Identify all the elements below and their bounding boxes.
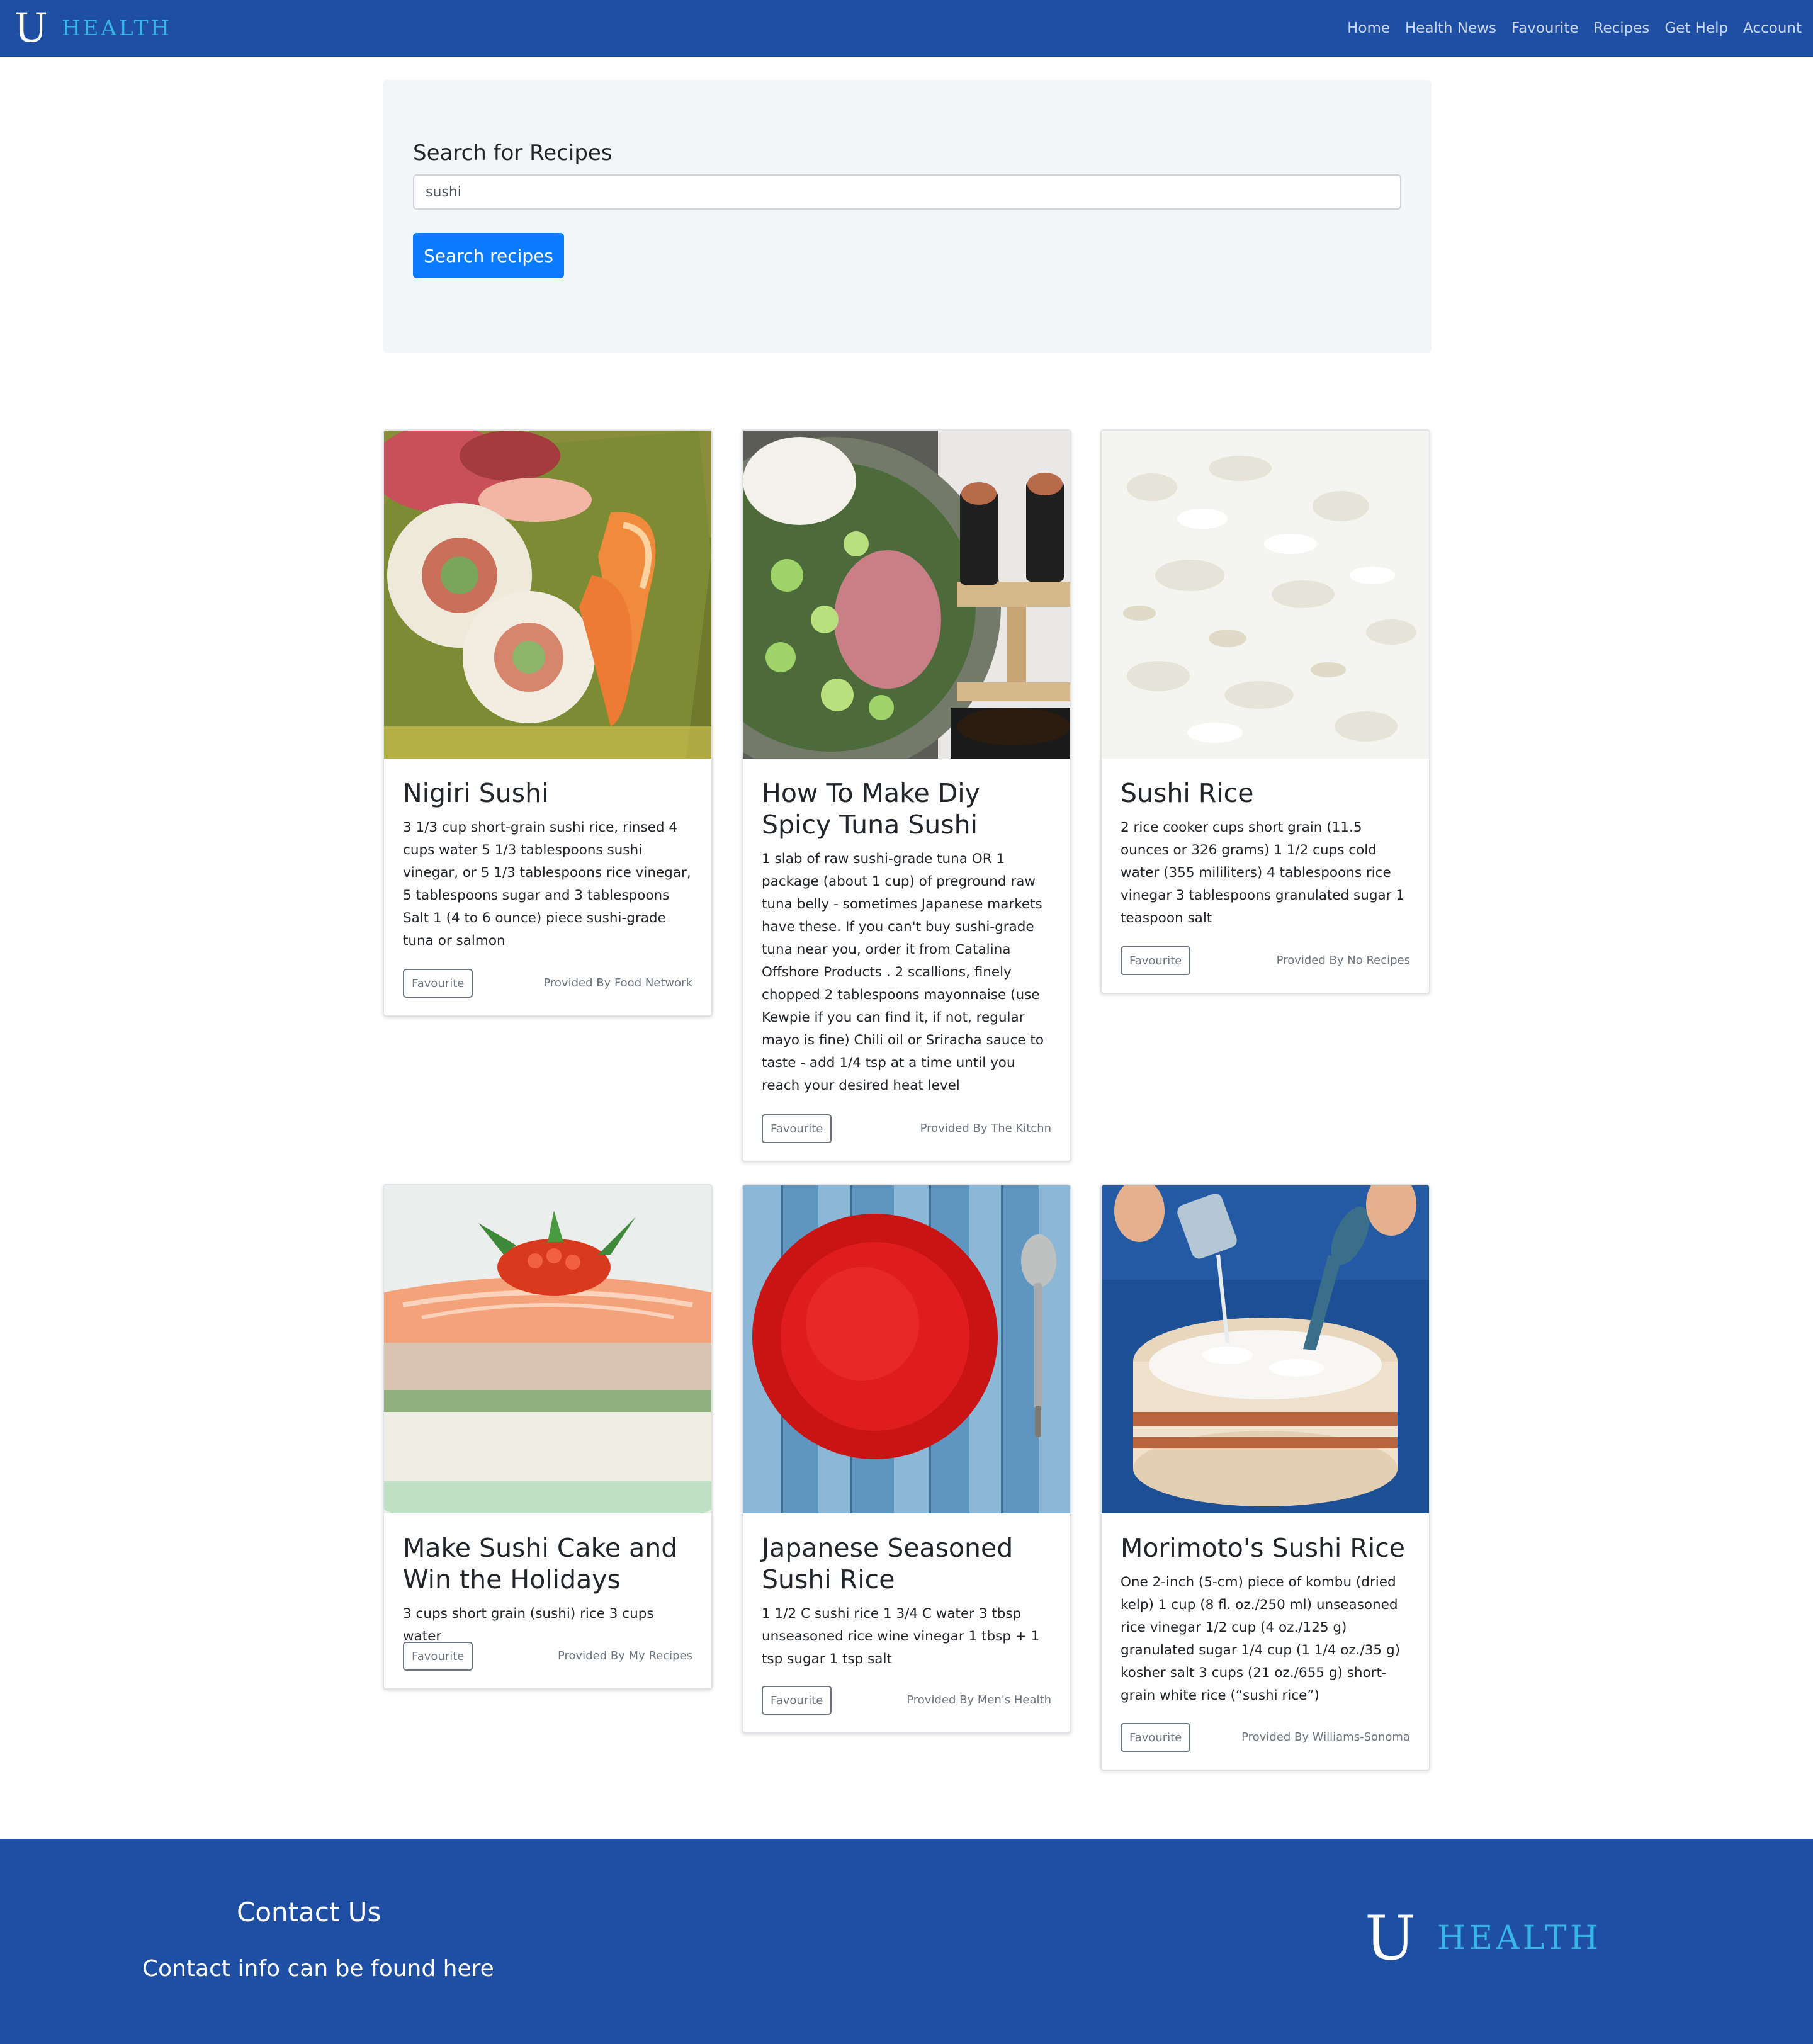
favourite-button[interactable]: Favourite xyxy=(762,1114,832,1143)
recipe-title[interactable]: Make Sushi Cake and Win the Holidays xyxy=(403,1532,692,1595)
brand-letter: U xyxy=(1365,1903,1416,1973)
recipe-title[interactable]: How To Make Diy Spicy Tuna Sushi xyxy=(762,777,1051,840)
recipe-title[interactable]: Japanese Seasoned Sushi Rice xyxy=(762,1532,1051,1595)
search-recipes-button[interactable]: Search recipes xyxy=(413,233,564,278)
brand-name: HEALTH xyxy=(1437,1919,1602,1957)
top-navbar: U HEALTH Home Health News Favourite Reci… xyxy=(0,0,1813,57)
recipe-card-body: Japanese Seasoned Sushi Rice 1 1/2 C sus… xyxy=(743,1513,1070,1671)
recipe-card-footer: Favourite Provided By Williams-Sonoma xyxy=(1121,1723,1410,1752)
contact-heading: Contact Us xyxy=(237,1897,381,1928)
recipe-ingredients: 3 1/3 cup short-grain sushi rice, rinsed… xyxy=(403,820,691,949)
contact-text: Contact info can be found here xyxy=(142,1956,494,1982)
recipe-card-body: How To Make Diy Spicy Tuna Sushi 1 slab … xyxy=(743,759,1070,1097)
recipe-image xyxy=(1102,1185,1429,1513)
search-label: Search for Recipes xyxy=(413,140,613,166)
nav-item-home[interactable]: Home xyxy=(1347,20,1390,37)
recipe-title[interactable]: Sushi Rice xyxy=(1121,777,1410,809)
recipe-card: Make Sushi Cake and Win the Holidays 3 c… xyxy=(383,1184,713,1690)
favourite-button[interactable]: Favourite xyxy=(1121,946,1191,975)
nav-item-recipes[interactable]: Recipes xyxy=(1594,20,1650,37)
nav-item-get-help[interactable]: Get Help xyxy=(1664,20,1728,37)
recipe-ingredients: 2 rice cooker cups short grain (11.5 oun… xyxy=(1121,820,1405,926)
nav-item-health-news[interactable]: Health News xyxy=(1405,20,1496,37)
recipe-provider: Provided By Men's Health xyxy=(906,1693,1051,1707)
recipe-provider: Provided By Williams-Sonoma xyxy=(1241,1731,1410,1744)
recipe-card-footer: Favourite Provided By The Kitchn xyxy=(762,1114,1051,1143)
brand-letter: U xyxy=(14,5,48,52)
recipe-ingredients: 1 1/2 C sushi rice 1 3/4 C water 3 tbsp … xyxy=(762,1606,1040,1667)
recipe-card: Japanese Seasoned Sushi Rice 1 1/2 C sus… xyxy=(742,1184,1071,1734)
recipe-card-footer: Favourite Provided By My Recipes xyxy=(403,1642,692,1671)
favourite-button[interactable]: Favourite xyxy=(403,1642,473,1671)
recipe-ingredients: One 2-inch (5-cm) piece of kombu (dried … xyxy=(1121,1574,1400,1703)
nav-item-account[interactable]: Account xyxy=(1743,20,1802,37)
recipe-card-footer: Favourite Provided By Men's Health xyxy=(762,1686,1051,1715)
nav-item-favourite[interactable]: Favourite xyxy=(1511,20,1579,37)
recipe-card: Morimoto's Sushi Rice One 2-inch (5-cm) … xyxy=(1100,1184,1430,1771)
favourite-button[interactable]: Favourite xyxy=(762,1686,832,1715)
page-footer: Contact Us Contact info can be found her… xyxy=(0,1839,1813,2044)
search-input[interactable] xyxy=(413,174,1401,210)
favourite-button[interactable]: Favourite xyxy=(1121,1723,1191,1752)
recipe-provider: Provided By My Recipes xyxy=(557,1649,692,1663)
recipe-provider: Provided By No Recipes xyxy=(1276,954,1410,967)
recipe-provider: Provided By Food Network xyxy=(543,976,692,990)
recipe-title[interactable]: Nigiri Sushi xyxy=(403,777,692,809)
nav-links: Home Health News Favourite Recipes Get H… xyxy=(1332,0,1802,57)
favourite-button[interactable]: Favourite xyxy=(403,969,473,998)
recipe-ingredients: 1 slab of raw sushi-grade tuna OR 1 pack… xyxy=(762,851,1044,1093)
recipe-card: Sushi Rice 2 rice cooker cups short grai… xyxy=(1100,429,1430,994)
recipe-card-body: Make Sushi Cake and Win the Holidays 3 c… xyxy=(384,1513,711,1648)
recipe-card-body: Nigiri Sushi 3 1/3 cup short-grain sushi… xyxy=(384,759,711,952)
search-panel: Search for Recipes Search recipes xyxy=(383,80,1432,353)
recipe-card-footer: Favourite Provided By Food Network xyxy=(403,969,692,998)
recipe-image xyxy=(743,1185,1070,1513)
recipe-image xyxy=(743,431,1070,759)
recipe-card: How To Make Diy Spicy Tuna Sushi 1 slab … xyxy=(742,429,1071,1162)
recipe-image xyxy=(384,1185,711,1513)
recipe-title[interactable]: Morimoto's Sushi Rice xyxy=(1121,1532,1410,1564)
brand-name: HEALTH xyxy=(61,16,172,41)
recipe-card-body: Morimoto's Sushi Rice One 2-inch (5-cm) … xyxy=(1102,1513,1429,1707)
recipe-card-footer: Favourite Provided By No Recipes xyxy=(1121,946,1410,975)
recipe-image xyxy=(384,431,711,759)
recipe-provider: Provided By The Kitchn xyxy=(920,1122,1051,1135)
recipe-card-body: Sushi Rice 2 rice cooker cups short grai… xyxy=(1102,759,1429,930)
recipe-card: Nigiri Sushi 3 1/3 cup short-grain sushi… xyxy=(383,429,713,1017)
recipe-image xyxy=(1102,431,1429,759)
footer-brand-logo: U HEALTH xyxy=(1365,1908,1601,1968)
brand-logo[interactable]: U HEALTH xyxy=(14,5,172,52)
